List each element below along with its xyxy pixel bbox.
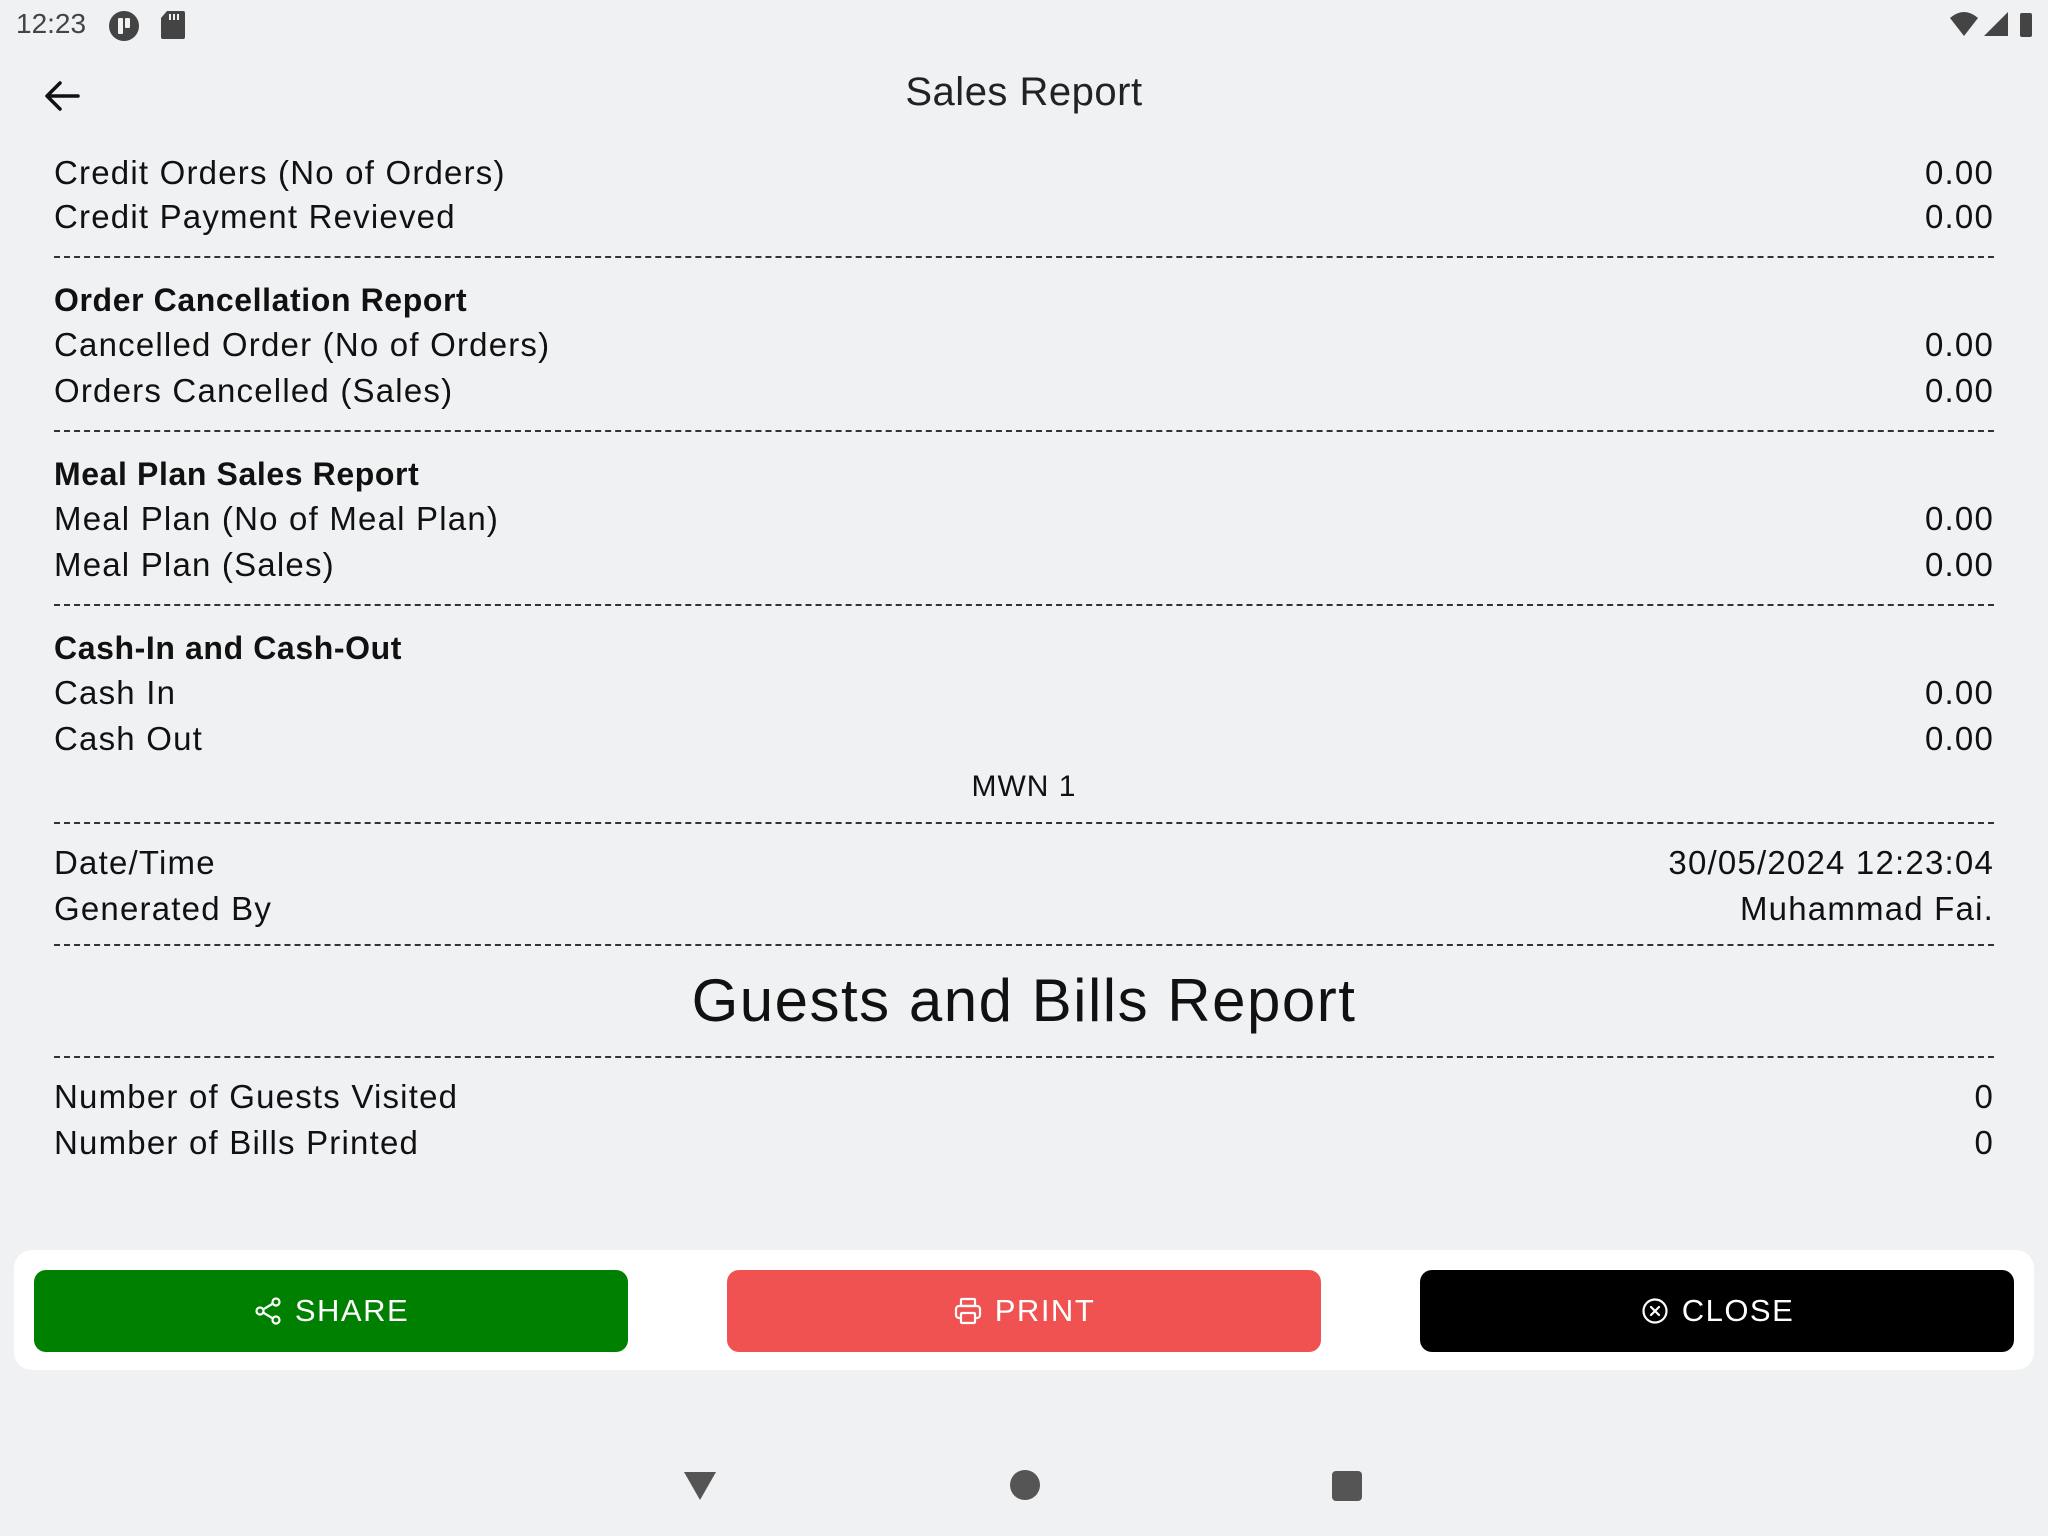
row-value: 0.00: [1924, 198, 1994, 235]
row-label: Credit Orders (No of Orders): [54, 154, 506, 191]
share-label: SHARE: [294, 1293, 410, 1328]
row-label: Cash Out: [54, 720, 203, 757]
close-button[interactable]: CLOSE: [1420, 1270, 2014, 1352]
status-bar: 12:23: [0, 0, 2048, 50]
divider: [54, 944, 1994, 946]
nav-home-icon[interactable]: [1010, 1470, 1040, 1500]
system-nav-bar: [0, 1440, 2048, 1536]
print-button[interactable]: PRINT: [727, 1270, 1321, 1352]
row-value: 30/05/2024 12:23:04: [1668, 844, 1994, 881]
connectivity-icons: [1950, 12, 2032, 37]
row-value: 0.00: [1924, 546, 1994, 583]
row-value: 0.00: [1924, 720, 1994, 757]
credit-orders-row: Credit Orders (No of Orders) 0.00: [54, 154, 1994, 200]
row-value: 0.00: [1924, 500, 1994, 537]
status-time: 12:23: [16, 8, 87, 39]
guests-bills-title: Guests and Bills Report: [691, 967, 1357, 1034]
row-value: 0.00: [1924, 674, 1994, 711]
row-value: 0: [1974, 1078, 1994, 1115]
row-label: Number of Bills Printed: [54, 1124, 420, 1161]
row-label: Meal Plan (No of Meal Plan): [54, 500, 500, 537]
report-row: Number of Guests Visited 0: [54, 1078, 1994, 1124]
share-icon: [255, 1297, 281, 1325]
report-row: Cancelled Order (No of Orders) 0.00: [54, 326, 1994, 372]
nav-recents-icon[interactable]: [1332, 1471, 1362, 1501]
section-heading: Meal Plan Sales Report: [54, 456, 420, 492]
divider: [54, 430, 1994, 432]
app-notification-icon: [109, 11, 139, 41]
row-value: 0.00: [1924, 372, 1994, 409]
report-row: Meal Plan (No of Meal Plan) 0.00: [54, 500, 1994, 546]
report-row: Cash In 0.00: [54, 674, 1994, 720]
wifi-icon: [1950, 12, 1978, 36]
row-label: Number of Guests Visited: [54, 1078, 459, 1115]
row-label: Generated By: [54, 890, 273, 927]
share-button[interactable]: SHARE: [34, 1270, 628, 1352]
report-row: Meal Plan (Sales) 0.00: [54, 546, 1994, 592]
report-row: Cash Out 0.00: [54, 720, 1994, 766]
printer-icon: [954, 1297, 981, 1325]
row-label: Cash In: [54, 674, 177, 711]
row-label: Date/Time: [54, 844, 216, 881]
sd-card-icon: [161, 11, 185, 39]
report-content[interactable]: Credit Orders (No of Orders) 0.00 Credit…: [54, 150, 1994, 1180]
row-label: Meal Plan (Sales): [54, 546, 335, 583]
row-value: Muhammad Fai.: [1739, 890, 1994, 927]
print-label: PRINT: [994, 1293, 1096, 1328]
section-heading: Cash-In and Cash-Out: [54, 630, 403, 666]
close-circle-icon: [1642, 1298, 1668, 1324]
action-panel: SHARE PRINT CLOSE: [14, 1250, 2034, 1370]
row-label: Cancelled Order (No of Orders): [54, 326, 551, 363]
report-row: Date/Time 30/05/2024 12:23:04: [54, 844, 1994, 890]
row-value: 0.00: [1924, 326, 1994, 363]
divider: [54, 256, 1994, 258]
row-value: 0.00: [1924, 154, 1994, 191]
battery-icon: [2020, 13, 2032, 37]
credit-payment-row: Credit Payment Revieved 0.00: [54, 198, 1994, 244]
section-heading: Order Cancellation Report: [54, 282, 468, 318]
row-value: 0: [1974, 1124, 1994, 1161]
terminal-name: MWN 1: [971, 770, 1077, 803]
signal-icon: [1984, 12, 2008, 36]
row-label: Orders Cancelled (Sales): [54, 372, 454, 409]
divider: [54, 604, 1994, 606]
report-row: Generated By Muhammad Fai.: [54, 890, 1994, 936]
divider: [54, 822, 1994, 824]
page-title: Sales Report: [905, 70, 1143, 114]
report-row: Orders Cancelled (Sales) 0.00: [54, 372, 1994, 418]
nav-back-icon[interactable]: [682, 1468, 718, 1504]
close-label: CLOSE: [1681, 1293, 1795, 1328]
row-label: Credit Payment Revieved: [54, 198, 456, 235]
divider: [54, 1056, 1994, 1058]
report-row: Number of Bills Printed 0: [54, 1124, 1994, 1170]
